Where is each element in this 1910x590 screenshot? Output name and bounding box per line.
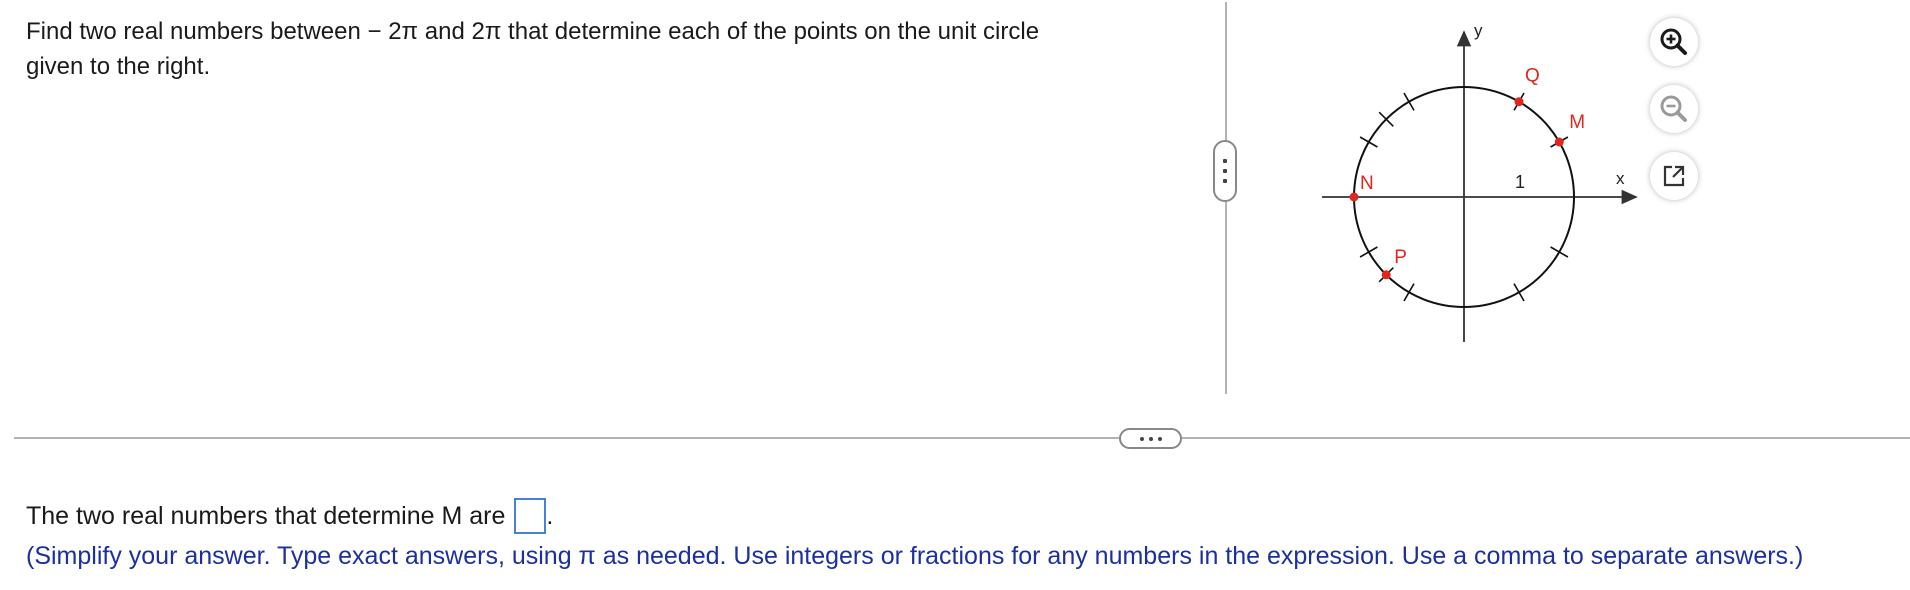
point-label-p: P (1394, 247, 1407, 268)
point-label-n: N (1360, 173, 1374, 194)
zoom-out-icon (1660, 95, 1687, 122)
answer-hint: (Simplify your answer. Type exact answer… (26, 542, 1804, 570)
point-p (1381, 270, 1391, 280)
question-line-2: given to the right. (26, 53, 211, 80)
vertical-resize-handle[interactable] (1213, 140, 1237, 202)
question-line-1: Find two real numbers between − 2π and 2… (26, 18, 1040, 45)
tick-mark (1513, 283, 1525, 302)
horizontal-resize-handle[interactable] (1119, 428, 1182, 449)
horizontal-divider (14, 437, 1910, 439)
answer-line: The two real numbers that determine M ar… (26, 498, 553, 534)
unit-label: 1 (1515, 172, 1525, 192)
point-label-q: Q (1525, 66, 1540, 87)
x-axis-label: x (1616, 169, 1625, 188)
answer-prompt: The two real numbers that determine M ar… (26, 501, 506, 530)
popout-button[interactable] (1650, 152, 1698, 200)
answer-input[interactable] (514, 498, 547, 534)
point-m (1554, 137, 1564, 147)
tick-mark (1403, 92, 1415, 111)
zoom-out-button[interactable] (1650, 85, 1698, 133)
point-n (1349, 192, 1359, 202)
point-label-m: M (1569, 112, 1585, 133)
popout-icon (1663, 165, 1685, 187)
y-axis-label: y (1474, 21, 1483, 40)
answer-period: . (546, 501, 554, 530)
tick-mark (1359, 246, 1378, 258)
unit-circle-figure: Q M N P x y 1 (1322, 21, 1638, 342)
zoom-in-button[interactable] (1650, 18, 1698, 66)
question-text: Find two real numbers between − 2π and 2… (26, 14, 1186, 84)
tick-mark (1550, 246, 1569, 258)
tick-mark (1403, 283, 1415, 302)
point-q (1514, 97, 1524, 107)
tick-mark (1359, 136, 1378, 148)
zoom-in-icon (1660, 28, 1687, 55)
circle-points: Q M N P (1349, 66, 1585, 280)
